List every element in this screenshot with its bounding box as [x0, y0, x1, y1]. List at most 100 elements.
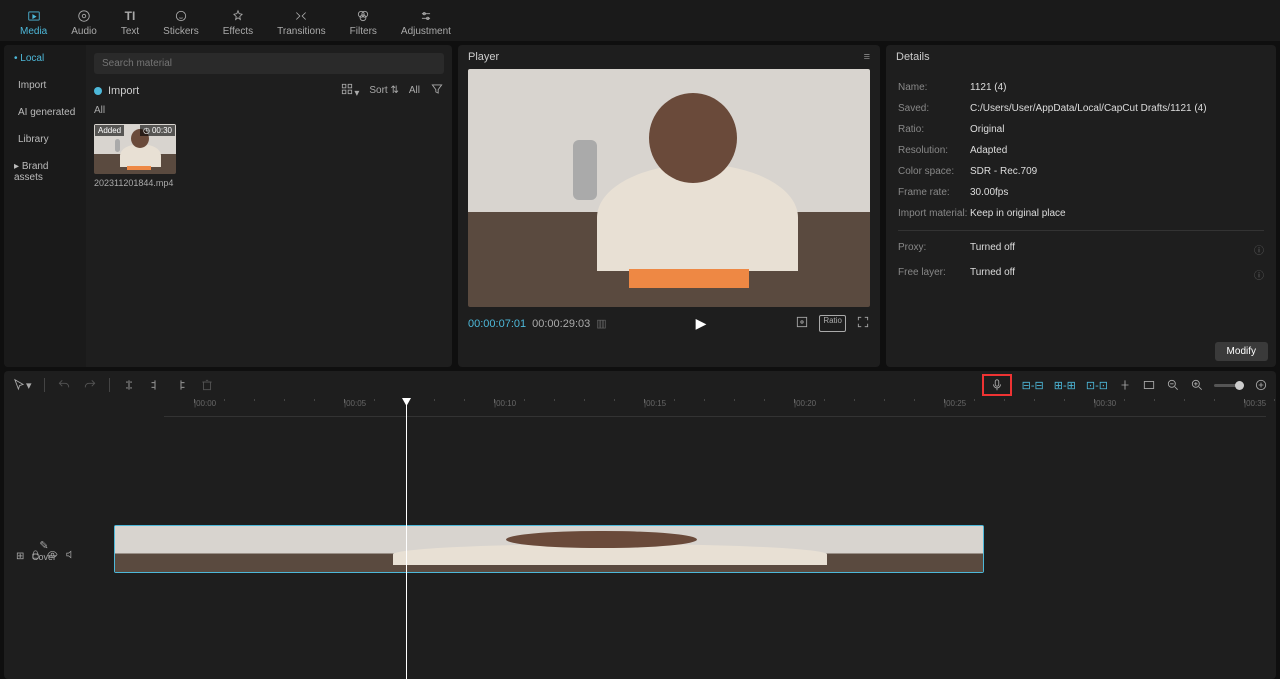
player-title: Player [468, 51, 499, 63]
delete-icon[interactable] [200, 378, 214, 392]
stickers-icon [174, 8, 188, 24]
safe-zone-icon[interactable] [795, 315, 809, 332]
adjustment-icon [419, 8, 433, 24]
timeline-toolbar: ▾ ⊟-⊟ ⊞-⊞ ⊡-⊡ [4, 371, 1276, 399]
detail-key: Saved: [898, 103, 970, 114]
auto-snap-icon[interactable]: ⊞-⊞ [1054, 379, 1076, 392]
tab-effects[interactable]: Effects [211, 4, 265, 41]
info-icon[interactable]: ⓘ [1254, 267, 1264, 282]
detail-value: Keep in original place [970, 208, 1264, 219]
zoom-slider[interactable] [1214, 384, 1244, 387]
selection-tool-icon[interactable]: ▾ [12, 378, 32, 392]
tab-label: Effects [223, 26, 253, 37]
player-menu-icon[interactable]: ≡ [864, 51, 870, 63]
effects-icon [231, 8, 245, 24]
detail-key: Color space: [898, 166, 970, 177]
tab-media[interactable]: Media [8, 4, 59, 41]
linkage-icon[interactable]: ⊡-⊡ [1086, 379, 1108, 392]
tab-adjustment[interactable]: Adjustment [389, 4, 463, 41]
duration-text: 00:30 [152, 126, 172, 135]
playhead[interactable] [406, 399, 407, 679]
transitions-icon [294, 8, 308, 24]
preview-axis-icon[interactable] [1118, 378, 1132, 392]
sidebar-item-label: Brand assets [14, 161, 49, 183]
top-tabs: Media Audio TI Text Stickers Effects Tra… [0, 0, 1280, 41]
split-icon[interactable] [122, 378, 136, 392]
tab-transitions[interactable]: Transitions [265, 4, 338, 41]
timeline-ruler[interactable]: |00:00 |00:05 |00:10 |00:15 |00:20 |00:25 |00:… [164, 399, 1266, 417]
filter-all-button[interactable]: All [409, 85, 420, 96]
media-icon [27, 8, 41, 24]
tab-audio[interactable]: Audio [59, 4, 109, 41]
detail-value: Original [970, 124, 1264, 135]
tab-label: Text [121, 26, 139, 37]
ruler-tick: |00:00 [194, 399, 216, 408]
detail-key: Proxy: [898, 242, 970, 257]
sort-button[interactable]: Sort ⇅ [369, 85, 399, 96]
info-icon[interactable]: ⓘ [1254, 242, 1264, 257]
cover-button[interactable]: ✎ Cover [10, 535, 78, 566]
detail-value: SDR - Rec.709 [970, 166, 1264, 177]
search-input[interactable] [94, 53, 444, 74]
filter-icon[interactable] [430, 82, 444, 99]
current-timecode: 00:00:07:01 [468, 318, 526, 330]
delete-right-icon[interactable] [174, 378, 188, 392]
tab-label: Adjustment [401, 26, 451, 37]
text-icon: TI [125, 8, 136, 24]
ruler-tick: |00:20 [794, 399, 816, 408]
sidebar-item-ai[interactable]: AI generated [4, 99, 86, 126]
ruler-tick: |00:25 [944, 399, 966, 408]
sidebar-item-label: Local [20, 53, 44, 64]
record-audio-button[interactable] [982, 374, 1012, 396]
clip-filename: 202311201844.mp4 [94, 178, 176, 188]
sidebar-item-brand[interactable]: ▸ Brand assets [4, 153, 86, 191]
timeline-clip[interactable]: 202311201844.mp4 00:00:29:03 [114, 525, 984, 573]
zoom-out-icon[interactable] [1166, 378, 1180, 392]
sidebar-item-local[interactable]: • Local [4, 45, 86, 72]
detail-value: Turned off [970, 267, 1254, 282]
detail-value: 1121 (4) [970, 82, 1264, 93]
undo-icon[interactable] [57, 378, 71, 392]
fullscreen-icon[interactable] [856, 315, 870, 332]
video-preview[interactable] [468, 69, 870, 307]
ruler-tick: |00:35 [1244, 399, 1266, 408]
modify-button[interactable]: Modify [1215, 342, 1268, 361]
tab-label: Audio [71, 26, 97, 37]
compare-icon[interactable]: ▥ [596, 317, 606, 330]
delete-left-icon[interactable] [148, 378, 162, 392]
sidebar-item-import[interactable]: Import [4, 72, 86, 99]
ratio-button[interactable]: Ratio [819, 315, 846, 332]
view-grid-button[interactable]: ▾ [340, 82, 359, 99]
tab-filters[interactable]: Filters [338, 4, 389, 41]
timeline: |00:00 |00:05 |00:10 |00:15 |00:20 |00:25 |00:… [4, 399, 1276, 679]
cover-label: Cover [14, 552, 74, 562]
details-title: Details [886, 45, 1276, 69]
ruler-tick: |00:15 [644, 399, 666, 408]
ruler-tick: |00:10 [494, 399, 516, 408]
play-button[interactable]: ▶ [696, 315, 707, 332]
import-heading: Import [108, 85, 139, 97]
added-badge: Added [95, 125, 124, 136]
media-clip-thumbnail[interactable]: Added ◷ 00:30 [94, 124, 176, 174]
player-panel: Player ≡ 00:00:07:01 00:00:29:03 ▥ ▶ Rat… [458, 45, 880, 367]
zoom-fit-icon[interactable] [1254, 378, 1268, 392]
detail-key: Import material: [898, 208, 970, 219]
tab-text[interactable]: TI Text [109, 4, 151, 41]
detail-key: Frame rate: [898, 187, 970, 198]
detail-value: C:/Users/User/AppData/Local/CapCut Draft… [970, 103, 1264, 114]
zoom-in-icon[interactable] [1190, 378, 1204, 392]
audio-icon [77, 8, 91, 24]
cover-preview-icon[interactable] [1142, 378, 1156, 392]
ruler-tick: |00:05 [344, 399, 366, 408]
ruler-tick: |00:30 [1094, 399, 1116, 408]
total-timecode: 00:00:29:03 [532, 318, 590, 330]
detail-key: Free layer: [898, 267, 970, 282]
tab-label: Transitions [277, 26, 326, 37]
redo-icon[interactable] [83, 378, 97, 392]
tab-label: Media [20, 26, 47, 37]
sidebar-item-library[interactable]: Library [4, 126, 86, 153]
main-track-magnet-icon[interactable]: ⊟-⊟ [1022, 379, 1044, 392]
tab-stickers[interactable]: Stickers [151, 4, 211, 41]
sort-label: Sort [369, 85, 387, 96]
tab-label: Filters [350, 26, 377, 37]
